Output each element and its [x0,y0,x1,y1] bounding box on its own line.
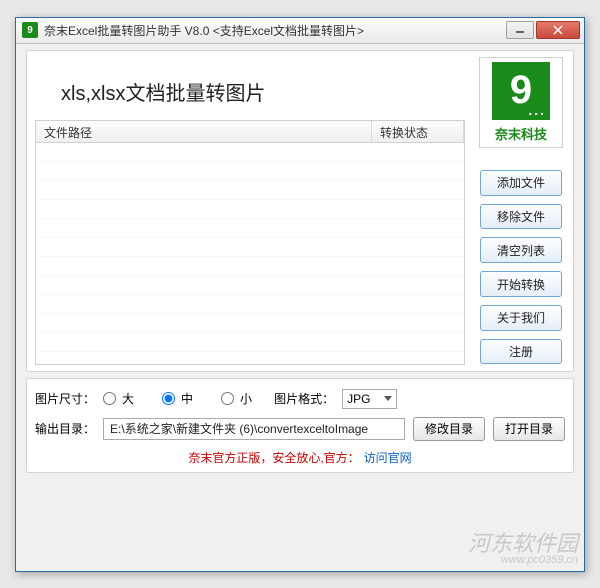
size-small-option[interactable]: 小 [221,390,252,407]
left-column: xls,xlsx文档批量转图片 文件路径 转换状态 [33,57,467,365]
clear-list-button[interactable]: 清空列表 [480,237,562,263]
size-small-label: 小 [240,390,252,407]
output-dir-label: 输出目录： [35,420,95,437]
size-row: 图片尺寸： 大 中 小 图片格式： JPG [35,389,565,409]
size-large-radio[interactable] [103,392,116,405]
window-title: 奈末Excel批量转图片助手 V8.0 <支持Excel文档批量转图片> [44,22,504,39]
size-large-label: 大 [122,390,134,407]
main-panel: xls,xlsx文档批量转图片 文件路径 转换状态 9 奈末科技 添加文件 移除… [26,50,574,372]
logo-icon: 9 [492,62,550,120]
watermark-name: 河东软件园 [468,532,578,555]
footer-text: 奈末官方正版，安全放心,官方： [188,449,359,466]
file-list: 文件路径 转换状态 [35,120,465,365]
list-header: 文件路径 转换状态 [36,121,464,143]
format-select[interactable]: JPG [342,389,397,409]
remove-file-button[interactable]: 移除文件 [480,204,562,230]
size-small-radio[interactable] [221,392,234,405]
output-dir-input[interactable] [103,418,405,440]
content-area: xls,xlsx文档批量转图片 文件路径 转换状态 9 奈末科技 添加文件 移除… [16,44,584,571]
titlebar: 9 奈末Excel批量转图片助手 V8.0 <支持Excel文档批量转图片> [16,18,584,44]
app-icon: 9 [22,22,38,38]
image-size-label: 图片尺寸： [35,390,95,407]
footer-row: 奈末官方正版，安全放心,官方： 访问官网 [35,449,565,466]
app-window: 9 奈末Excel批量转图片助手 V8.0 <支持Excel文档批量转图片> x… [15,17,585,572]
visit-official-link[interactable]: 访问官网 [364,449,412,466]
right-column: 9 奈末科技 添加文件 移除文件 清空列表 开始转换 关于我们 注册 [475,57,567,365]
close-button[interactable] [536,21,580,39]
size-large-option[interactable]: 大 [103,390,134,407]
logo-text: 奈末科技 [495,124,547,143]
change-dir-button[interactable]: 修改目录 [413,417,485,441]
start-convert-button[interactable]: 开始转换 [480,271,562,297]
size-medium-label: 中 [181,390,193,407]
col-header-status[interactable]: 转换状态 [372,121,464,142]
register-button[interactable]: 注册 [480,339,562,365]
minimize-button[interactable] [506,21,534,39]
window-controls [504,21,580,39]
size-medium-radio[interactable] [162,392,175,405]
brand-logo: 9 奈末科技 [479,57,563,148]
about-us-button[interactable]: 关于我们 [480,305,562,331]
watermark-url: www.pc0359.cn [501,555,578,567]
close-icon [553,25,563,35]
format-selected-value: JPG [347,392,370,406]
watermark: 河东软件园 www.pc0359.cn [468,532,578,567]
size-medium-option[interactable]: 中 [162,390,193,407]
open-dir-button[interactable]: 打开目录 [493,417,565,441]
settings-panel: 图片尺寸： 大 中 小 图片格式： JPG [26,378,574,473]
image-format-label: 图片格式： [274,390,334,407]
chevron-down-icon [384,396,392,401]
page-heading: xls,xlsx文档批量转图片 [33,57,467,120]
output-row: 输出目录： 修改目录 打开目录 [35,417,565,441]
minimize-icon [515,26,525,34]
list-body[interactable] [36,143,464,364]
add-file-button[interactable]: 添加文件 [480,170,562,196]
col-header-path[interactable]: 文件路径 [36,121,372,142]
